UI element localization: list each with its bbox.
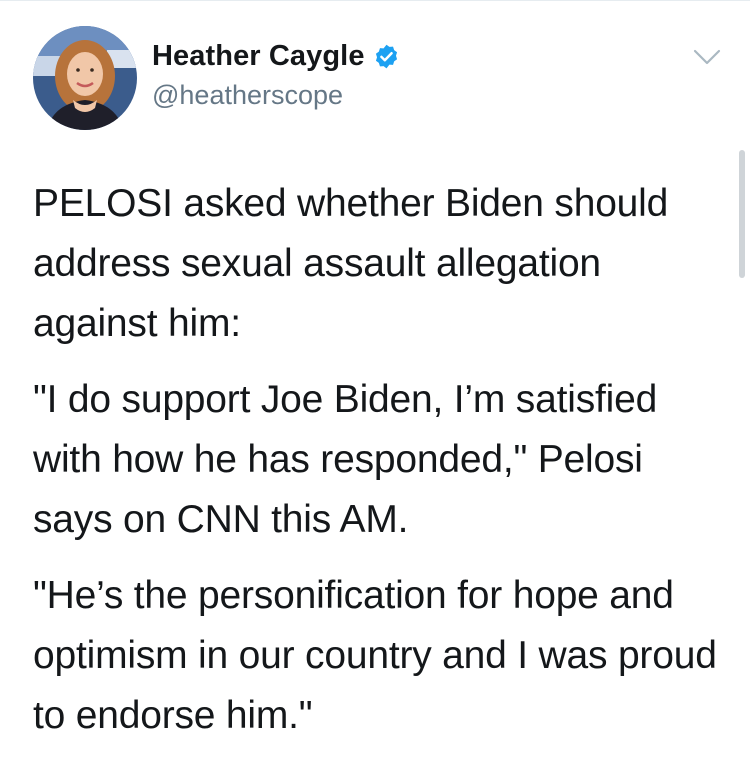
verified-badge-icon xyxy=(375,44,397,69)
tweet-card: Heather Caygle @heatherscope PELOSI aske… xyxy=(0,0,750,777)
chevron-down-icon[interactable] xyxy=(693,48,721,66)
author-handle[interactable]: @heatherscope xyxy=(152,80,343,111)
tweet-paragraph: PELOSI asked whether Biden should addres… xyxy=(33,182,669,345)
author-name-row[interactable]: Heather Caygle xyxy=(152,40,400,73)
tweet-paragraph: "I do support Joe Biden, I’m satisfied w… xyxy=(33,378,658,541)
tweet-text: PELOSI asked whether Biden should addres… xyxy=(33,174,723,762)
avatar-image xyxy=(33,26,137,130)
author-name[interactable]: Heather Caygle xyxy=(152,40,365,73)
scrollbar[interactable] xyxy=(739,150,745,278)
tweet-paragraph: "He’s the personification for hope and o… xyxy=(33,574,717,737)
avatar[interactable] xyxy=(33,26,137,130)
